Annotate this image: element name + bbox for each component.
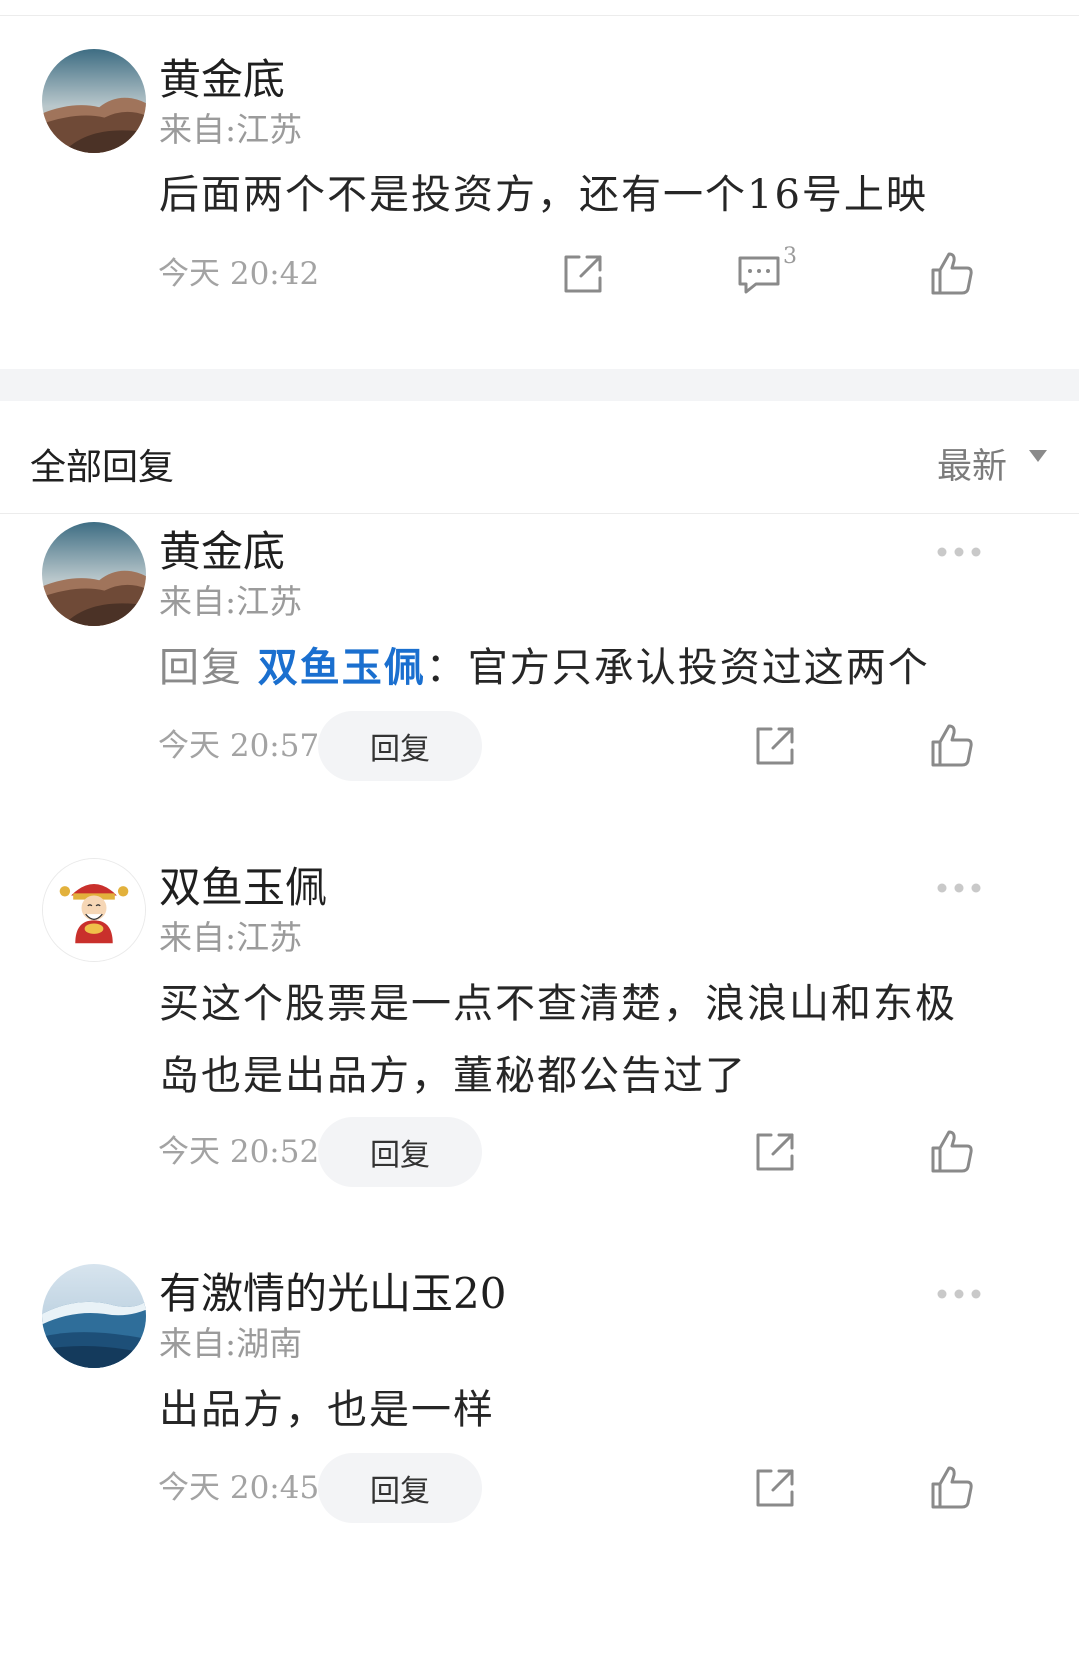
reply-count-badge: 3 (783, 244, 797, 269)
top-divider (0, 15, 1079, 16)
section-title: 全部回复 (30, 447, 175, 488)
share-icon[interactable] (558, 249, 608, 299)
avatar[interactable] (42, 858, 146, 962)
timestamp: 今天 20:45 (158, 1470, 320, 1506)
reply-button[interactable]: 回复 (318, 711, 482, 781)
more-icon[interactable] (935, 881, 983, 895)
location-label: 来自:江苏 (159, 582, 303, 621)
reply-button[interactable]: 回复 (318, 1453, 482, 1523)
timestamp: 今天 20:42 (158, 256, 320, 292)
thumbs-up-icon[interactable] (927, 249, 977, 299)
thumbs-up-icon[interactable] (927, 721, 977, 771)
timestamp: 今天 20:57 (158, 728, 320, 764)
username[interactable]: 有激情的光山玉20 (159, 1273, 506, 1315)
reply-text: 回复 双鱼玉佩：官方只承认投资过这两个 (159, 632, 1039, 704)
mention-link[interactable]: 双鱼玉佩 (258, 644, 426, 691)
location-label: 来自:江苏 (159, 918, 303, 957)
location-label: 来自:江苏 (159, 110, 303, 149)
comment-text: 后面两个不是投资方，还有一个16号上映 (159, 172, 928, 218)
reply-button[interactable]: 回复 (318, 1117, 482, 1187)
avatar[interactable] (42, 1264, 146, 1368)
reply-text: 买这个股票是一点不查清楚，浪浪山和东极岛也是出品方，董秘都公告过了 (159, 981, 957, 1099)
fortune-god-avatar-image (43, 859, 145, 961)
desert-avatar-image (42, 49, 146, 153)
thumbs-up-icon[interactable] (927, 1463, 977, 1513)
thumbs-up-icon[interactable] (927, 1127, 977, 1177)
more-icon[interactable] (935, 545, 983, 559)
section-gap (0, 369, 1079, 401)
caret-down-icon[interactable] (1027, 448, 1049, 464)
ocean-wave-avatar-image (42, 1264, 146, 1368)
share-icon[interactable] (750, 1463, 800, 1513)
username[interactable]: 双鱼玉佩 (159, 867, 327, 909)
reply-text: 出品方，也是一样 (159, 1387, 495, 1433)
share-icon[interactable] (750, 1127, 800, 1177)
share-icon[interactable] (750, 721, 800, 771)
sort-dropdown[interactable]: 最新 (937, 438, 1007, 489)
more-icon[interactable] (935, 1287, 983, 1301)
location-label: 来自:湖南 (159, 1324, 303, 1363)
reply-content: ：官方只承认投资过这两个 (425, 645, 930, 691)
avatar[interactable] (42, 49, 146, 153)
timestamp: 今天 20:52 (158, 1134, 320, 1170)
desert-avatar-image (42, 522, 146, 626)
avatar[interactable] (42, 522, 146, 626)
username[interactable]: 黄金底 (159, 531, 285, 573)
comment-icon[interactable] (734, 249, 784, 299)
username[interactable]: 黄金底 (159, 59, 285, 101)
header-divider (0, 513, 1079, 514)
reply-prefix: 回复 (159, 645, 243, 691)
